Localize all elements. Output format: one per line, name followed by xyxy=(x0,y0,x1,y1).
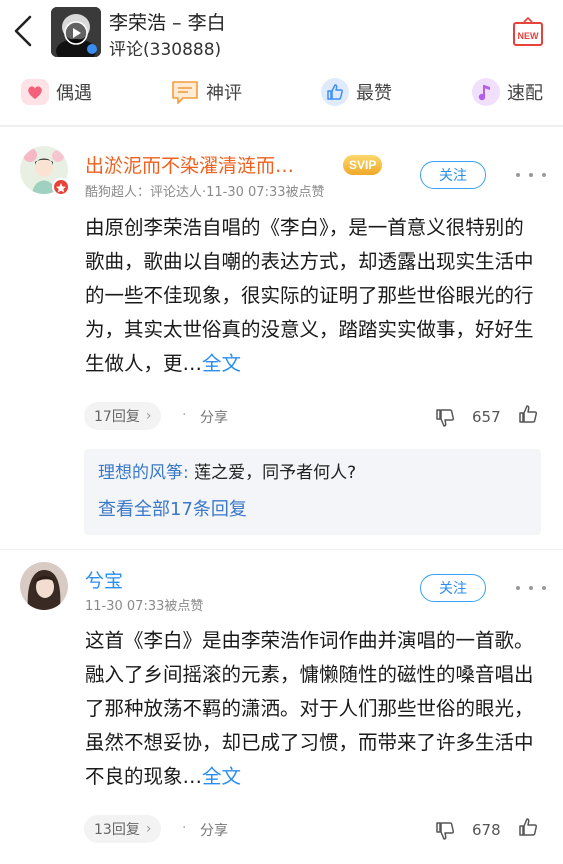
follow-button[interactable]: 关注 xyxy=(420,161,486,189)
reply-text: 莲之爱，同予者何人? xyxy=(194,463,357,483)
new-badge-icon[interactable]: NEW xyxy=(511,16,545,48)
like-count: 657 xyxy=(472,408,501,426)
star-badge-icon xyxy=(52,178,70,196)
song-title: 李荣浩 – 李白 xyxy=(109,12,226,34)
full-text-link[interactable]: 全文 xyxy=(202,352,241,375)
comment-meta: 11-30 07:33被点赞 xyxy=(85,599,204,614)
top-bar: 李荣浩 – 李白 评论(330888) NEW xyxy=(0,0,563,62)
avatar[interactable] xyxy=(20,562,68,610)
replies-count: 13回复 xyxy=(94,822,140,838)
comment-body: 这首《李白》是由李荣浩作词作曲并演唱的一首歌。融入了乡间摇滚的元素，慵懒随性的磁… xyxy=(85,629,534,788)
chevron-right-icon: › xyxy=(145,821,152,837)
divider xyxy=(0,125,563,127)
like-icon[interactable] xyxy=(517,815,541,839)
share-button[interactable]: 分享 xyxy=(200,407,228,427)
comment-filter-tabs: 偶遇 神评 最赞 速配 xyxy=(0,72,563,112)
comment-meta: 酷狗超人：评论达人·11-30 07:33被点赞 xyxy=(85,185,325,200)
more-options-icon[interactable] xyxy=(516,168,546,182)
chevron-right-icon: › xyxy=(145,408,152,424)
dislike-icon[interactable] xyxy=(434,819,458,843)
reply-line: 理想的风筝: 莲之爱，同予者何人? xyxy=(98,458,356,483)
comment-body: 由原创李荣浩自唱的《李白》，是一首意义很特别的歌曲，歌曲以自嘲的表达方式，却透露… xyxy=(85,216,534,375)
share-button[interactable]: 分享 xyxy=(200,820,228,840)
reply-username[interactable]: 理想的风筝: xyxy=(98,463,189,483)
comment-count: 评论(330888) xyxy=(109,40,222,60)
separator-dot: · xyxy=(182,407,187,423)
replies-button[interactable]: 13回复 › xyxy=(84,815,162,843)
tab-label: 偶遇 xyxy=(56,83,92,104)
dislike-icon[interactable] xyxy=(434,406,458,430)
comment-text: 这首《李白》是由李荣浩作词作曲并演唱的一首歌。融入了乡间摇滚的元素，慵懒随性的磁… xyxy=(85,624,540,794)
thumbs-up-icon xyxy=(320,77,350,107)
separator-dot: · xyxy=(182,820,187,836)
back-arrow-icon[interactable] xyxy=(10,14,36,48)
username[interactable]: 兮宝 xyxy=(85,566,123,593)
comment-text: 由原创李荣浩自唱的《李白》，是一首意义很特别的歌曲，歌曲以自嘲的表达方式，却透露… xyxy=(85,211,540,381)
replies-button[interactable]: 17回复 › xyxy=(84,402,162,430)
music-note-icon xyxy=(471,77,501,107)
like-icon[interactable] xyxy=(517,402,541,426)
replies-count: 17回复 xyxy=(94,409,140,425)
username[interactable]: 出淤泥而不染濯清涟而… xyxy=(85,151,294,178)
new-badge-label: NEW xyxy=(518,31,540,41)
svip-badge: SVIP xyxy=(343,155,383,175)
tab-most-liked[interactable]: 最赞 xyxy=(320,72,392,112)
tab-encounter[interactable]: 偶遇 xyxy=(20,72,92,112)
tab-label: 最赞 xyxy=(356,83,392,104)
full-text-link[interactable]: 全文 xyxy=(202,765,241,788)
like-count: 678 xyxy=(472,821,501,839)
follow-button[interactable]: 关注 xyxy=(420,574,486,602)
divider xyxy=(0,549,563,550)
tab-top-comments[interactable]: 神评 xyxy=(170,72,242,112)
reply-preview[interactable]: 理想的风筝: 莲之爱，同予者何人? 查看全部17条回复 xyxy=(84,449,541,535)
heart-icon xyxy=(20,77,50,107)
view-all-replies-link[interactable]: 查看全部17条回复 xyxy=(98,495,247,521)
album-cover[interactable] xyxy=(51,7,101,57)
tab-quick-match[interactable]: 速配 xyxy=(471,72,543,112)
tab-label: 神评 xyxy=(206,83,242,104)
tab-label: 速配 xyxy=(507,83,543,104)
more-options-icon[interactable] xyxy=(516,581,546,595)
chat-icon xyxy=(170,77,200,107)
